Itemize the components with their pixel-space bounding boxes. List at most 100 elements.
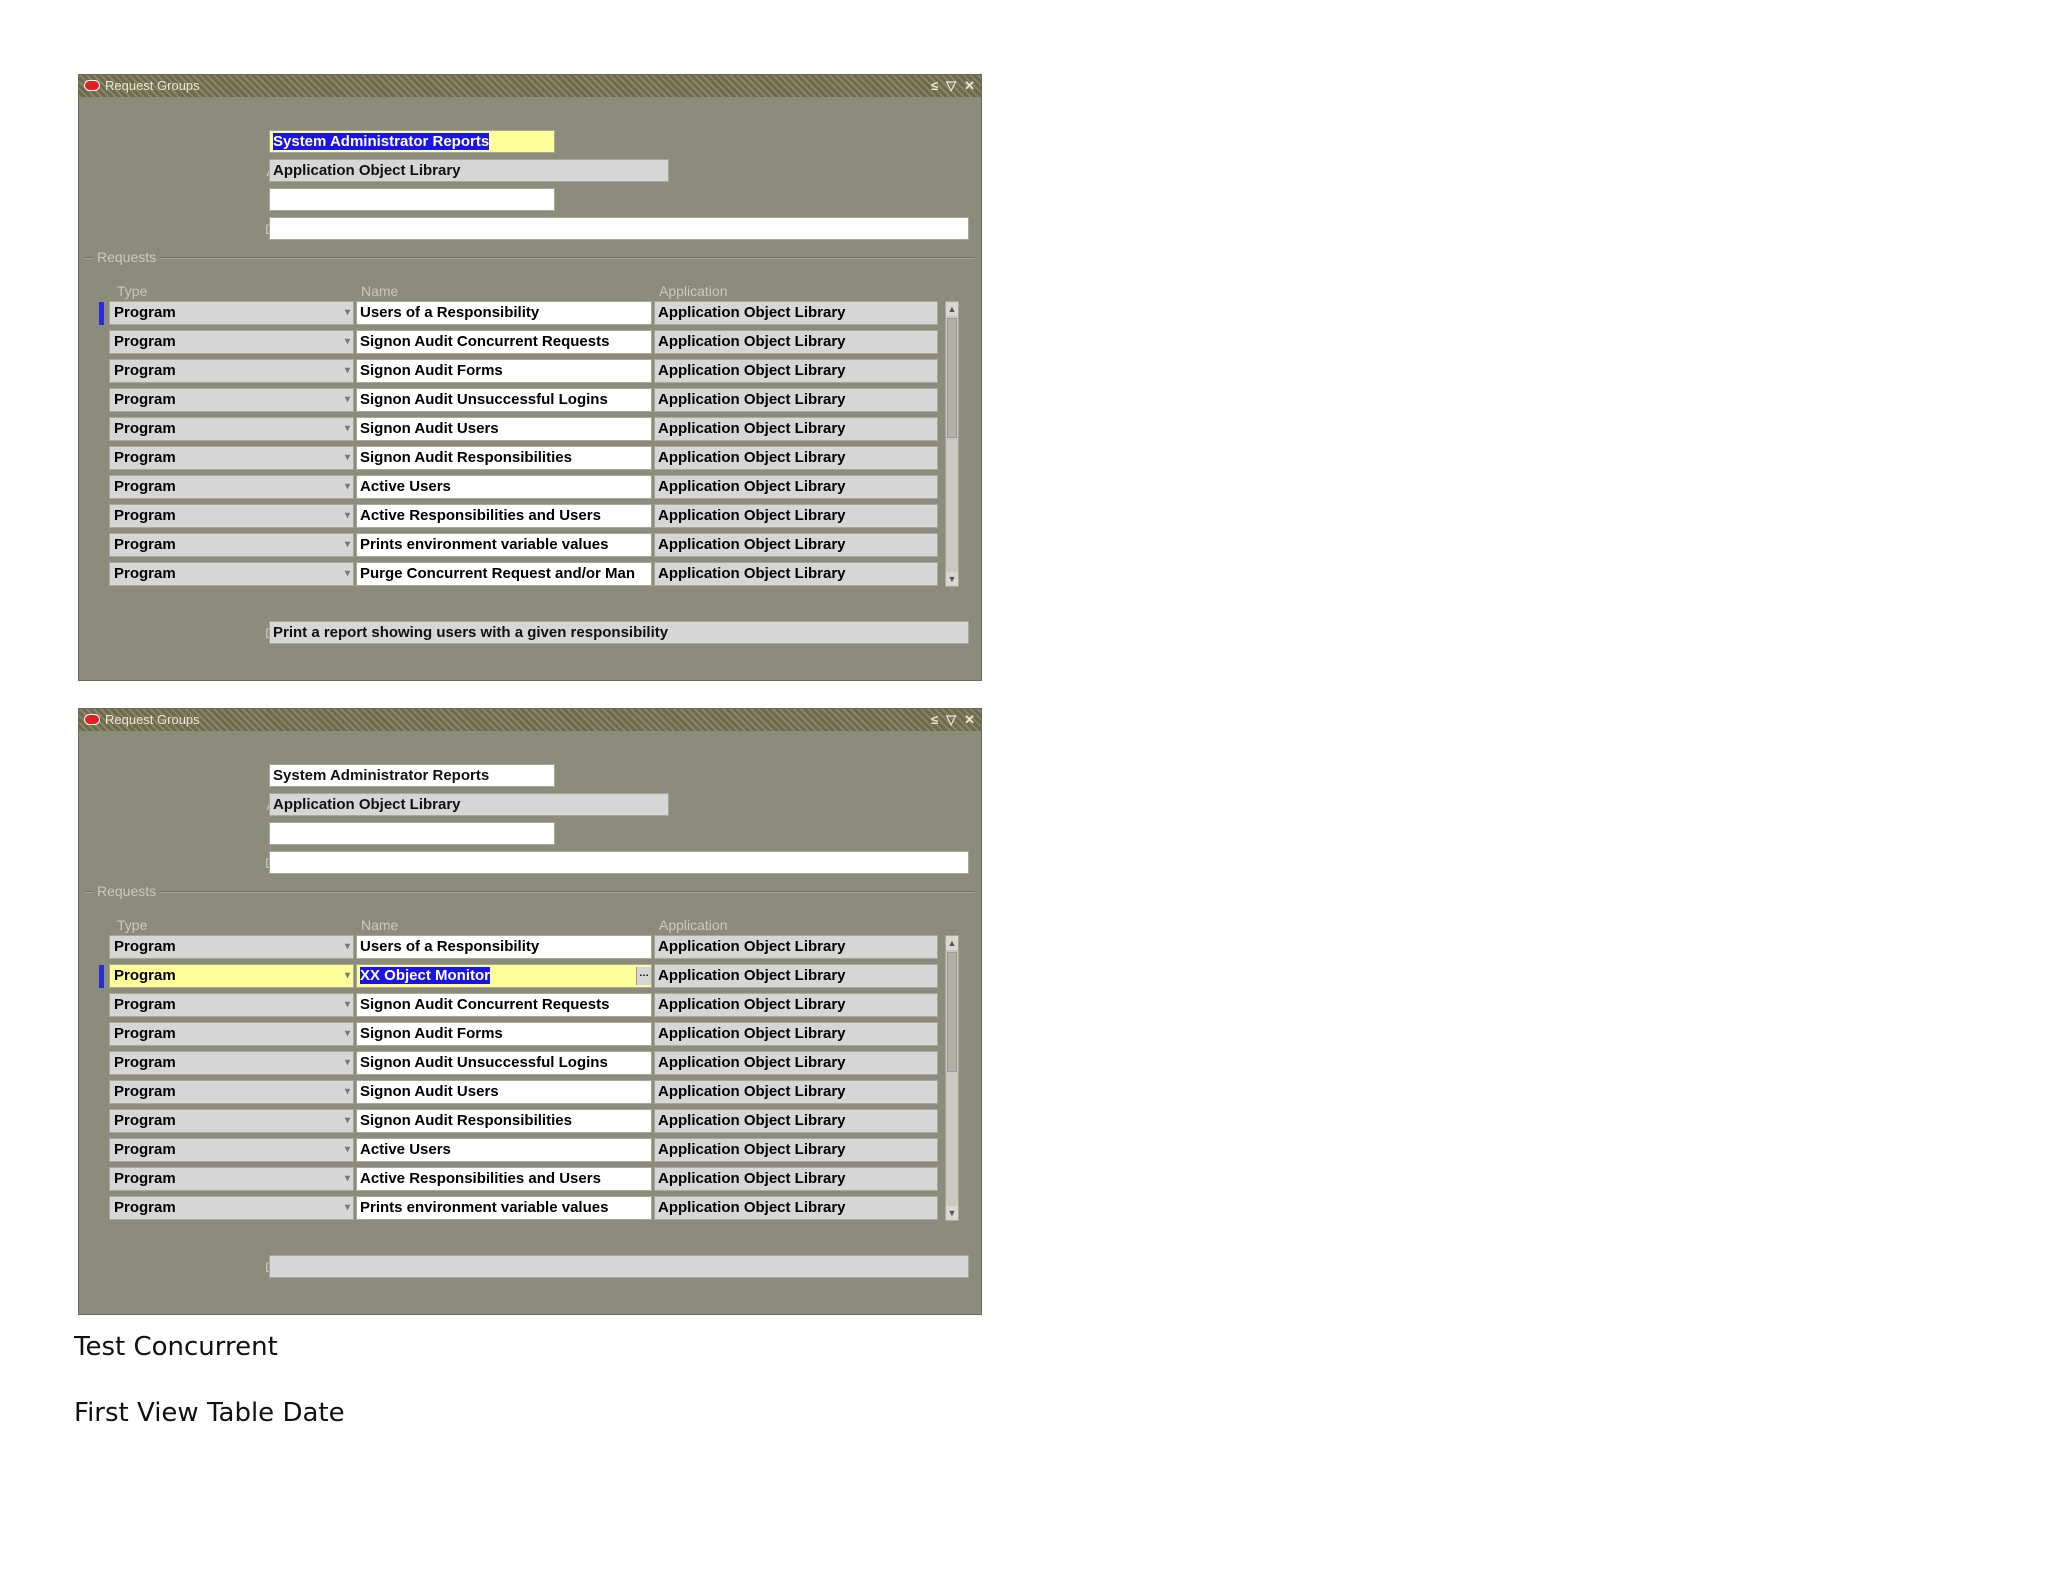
type-select[interactable]: Program ▾	[109, 475, 354, 499]
name-field[interactable]: Signon Audit Responsibilities	[356, 446, 652, 470]
description-field[interactable]	[269, 217, 969, 240]
scroll-up-icon[interactable]: ▲	[946, 936, 958, 950]
table-row[interactable]: Program ▾ Signon Audit Unsuccessful Logins…	[99, 1049, 967, 1077]
scroll-down-icon[interactable]: ▼	[946, 1206, 958, 1220]
dropdown-icon[interactable]: ▾	[345, 447, 350, 469]
table-row[interactable]: Program ▾ Prints environment variable valu…	[99, 531, 967, 559]
scroll-down-icon[interactable]: ▼	[946, 572, 958, 586]
dropdown-icon[interactable]: ▾	[345, 389, 350, 411]
dropdown-icon[interactable]: ▾	[345, 563, 350, 585]
type-select[interactable]: Program ▾	[109, 935, 354, 959]
scroll-up-icon[interactable]: ▲	[946, 302, 958, 316]
table-row[interactable]: Program ▾ XX Object Monitor … Application Ob…	[99, 962, 967, 990]
table-row[interactable]: Program ▾ Users of a Responsibility Applica…	[99, 933, 967, 961]
table-row[interactable]: Program ▾ Active Responsibilities and User…	[99, 1165, 967, 1193]
dropdown-icon[interactable]: ▾	[345, 1168, 350, 1190]
name-field[interactable]: Prints environment variable values	[356, 533, 652, 557]
scrollbar-thumb[interactable]	[947, 952, 957, 1072]
type-select[interactable]: Program ▾	[109, 359, 354, 383]
type-select[interactable]: Program ▾	[109, 1167, 354, 1191]
type-select[interactable]: Program ▾	[109, 446, 354, 470]
list-of-values-icon[interactable]: …	[636, 967, 651, 985]
group-field[interactable]: System Administrator Reports	[269, 764, 555, 787]
maximize-icon[interactable]: ▽	[946, 709, 956, 731]
type-select[interactable]: Program ▾	[109, 1196, 354, 1220]
table-row[interactable]: Program ▾ Active Users Application Object L…	[99, 1136, 967, 1164]
name-field[interactable]: Active Responsibilities and Users	[356, 504, 652, 528]
minimize-icon[interactable]: ≤	[931, 75, 938, 97]
name-field[interactable]: Signon Audit Forms	[356, 359, 652, 383]
dropdown-icon[interactable]: ▾	[345, 994, 350, 1016]
close-icon[interactable]: ✕	[964, 709, 975, 731]
table-row[interactable]: Program ▾ Signon Audit Concurrent Requests…	[99, 991, 967, 1019]
dropdown-icon[interactable]: ▾	[345, 331, 350, 353]
code-field[interactable]	[269, 822, 555, 845]
name-field[interactable]: Signon Audit Forms	[356, 1022, 652, 1046]
table-row[interactable]: Program ▾ Signon Audit Unsuccessful Logins…	[99, 386, 967, 414]
table-row[interactable]: Program ▾ Signon Audit Users Application Ob…	[99, 415, 967, 443]
type-select[interactable]: Program ▾	[109, 504, 354, 528]
dropdown-icon[interactable]: ▾	[345, 936, 350, 958]
name-field[interactable]: Users of a Responsibility	[356, 301, 652, 325]
requests-scrollbar[interactable]: ▲ ▼	[945, 935, 959, 1221]
name-field[interactable]: Active Responsibilities and Users	[356, 1167, 652, 1191]
type-select[interactable]: Program ▾	[109, 1138, 354, 1162]
type-select[interactable]: Program ▾	[109, 330, 354, 354]
table-row[interactable]: Program ▾ Active Users Application Object L…	[99, 473, 967, 501]
name-field[interactable]: Active Users	[356, 1138, 652, 1162]
table-row[interactable]: Program ▾ Purge Concurrent Request and/or …	[99, 560, 967, 588]
name-field[interactable]: Signon Audit Users	[356, 417, 652, 441]
table-row[interactable]: Program ▾ Signon Audit Concurrent Requests…	[99, 328, 967, 356]
name-field[interactable]: Active Users	[356, 475, 652, 499]
type-select[interactable]: Program ▾	[109, 1109, 354, 1133]
maximize-icon[interactable]: ▽	[946, 75, 956, 97]
table-row[interactable]: Program ▾ Signon Audit Responsibilities App…	[99, 444, 967, 472]
dropdown-icon[interactable]: ▾	[345, 1110, 350, 1132]
name-field[interactable]: Prints environment variable values	[356, 1196, 652, 1220]
type-select[interactable]: Program ▾	[109, 964, 354, 988]
table-row[interactable]: Program ▾ Signon Audit Forms Application Ob…	[99, 357, 967, 385]
type-select[interactable]: Program ▾	[109, 388, 354, 412]
table-row[interactable]: Program ▾ Active Responsibilities and User…	[99, 502, 967, 530]
type-select[interactable]: Program ▾	[109, 1080, 354, 1104]
requests-scrollbar[interactable]: ▲ ▼	[945, 301, 959, 587]
name-field[interactable]: Signon Audit Concurrent Requests	[356, 330, 652, 354]
dropdown-icon[interactable]: ▾	[345, 1139, 350, 1161]
application-field[interactable]: Application Object Library	[269, 793, 669, 816]
table-row[interactable]: Program ▾ Users of a Responsibility Applica…	[99, 299, 967, 327]
name-field[interactable]: Signon Audit Users	[356, 1080, 652, 1104]
name-field[interactable]: Purge Concurrent Request and/or Man	[356, 562, 652, 586]
dropdown-icon[interactable]: ▾	[345, 418, 350, 440]
dropdown-icon[interactable]: ▾	[345, 505, 350, 527]
name-field[interactable]: Signon Audit Unsuccessful Logins	[356, 388, 652, 412]
scrollbar-thumb[interactable]	[947, 318, 957, 438]
name-field[interactable]: Signon Audit Unsuccessful Logins	[356, 1051, 652, 1075]
dropdown-icon[interactable]: ▾	[345, 1052, 350, 1074]
table-row[interactable]: Program ▾ Signon Audit Users Application Ob…	[99, 1078, 967, 1106]
type-select[interactable]: Program ▾	[109, 533, 354, 557]
table-row[interactable]: Program ▾ Prints environment variable valu…	[99, 1194, 967, 1222]
dropdown-icon[interactable]: ▾	[345, 1023, 350, 1045]
type-select[interactable]: Program ▾	[109, 301, 354, 325]
table-row[interactable]: Program ▾ Signon Audit Responsibilities App…	[99, 1107, 967, 1135]
dropdown-icon[interactable]: ▾	[345, 302, 350, 324]
dropdown-icon[interactable]: ▾	[345, 534, 350, 556]
window-titlebar[interactable]: Request Groups ≤ ▽ ✕	[79, 709, 981, 731]
type-select[interactable]: Program ▾	[109, 562, 354, 586]
dropdown-icon[interactable]: ▾	[345, 1081, 350, 1103]
type-select[interactable]: Program ▾	[109, 993, 354, 1017]
window-titlebar[interactable]: Request Groups ≤ ▽ ✕	[79, 75, 981, 97]
dropdown-icon[interactable]: ▾	[345, 476, 350, 498]
dropdown-icon[interactable]: ▾	[345, 965, 350, 987]
table-row[interactable]: Program ▾ Signon Audit Forms Application Ob…	[99, 1020, 967, 1048]
code-field[interactable]	[269, 188, 555, 211]
name-field[interactable]: Users of a Responsibility	[356, 935, 652, 959]
minimize-icon[interactable]: ≤	[931, 709, 938, 731]
type-select[interactable]: Program ▾	[109, 1051, 354, 1075]
name-field[interactable]: Signon Audit Responsibilities	[356, 1109, 652, 1133]
name-field[interactable]: XX Object Monitor…	[356, 964, 652, 988]
type-select[interactable]: Program ▾	[109, 1022, 354, 1046]
close-icon[interactable]: ✕	[964, 75, 975, 97]
type-select[interactable]: Program ▾	[109, 417, 354, 441]
group-field[interactable]: System Administrator Reports	[269, 130, 555, 153]
